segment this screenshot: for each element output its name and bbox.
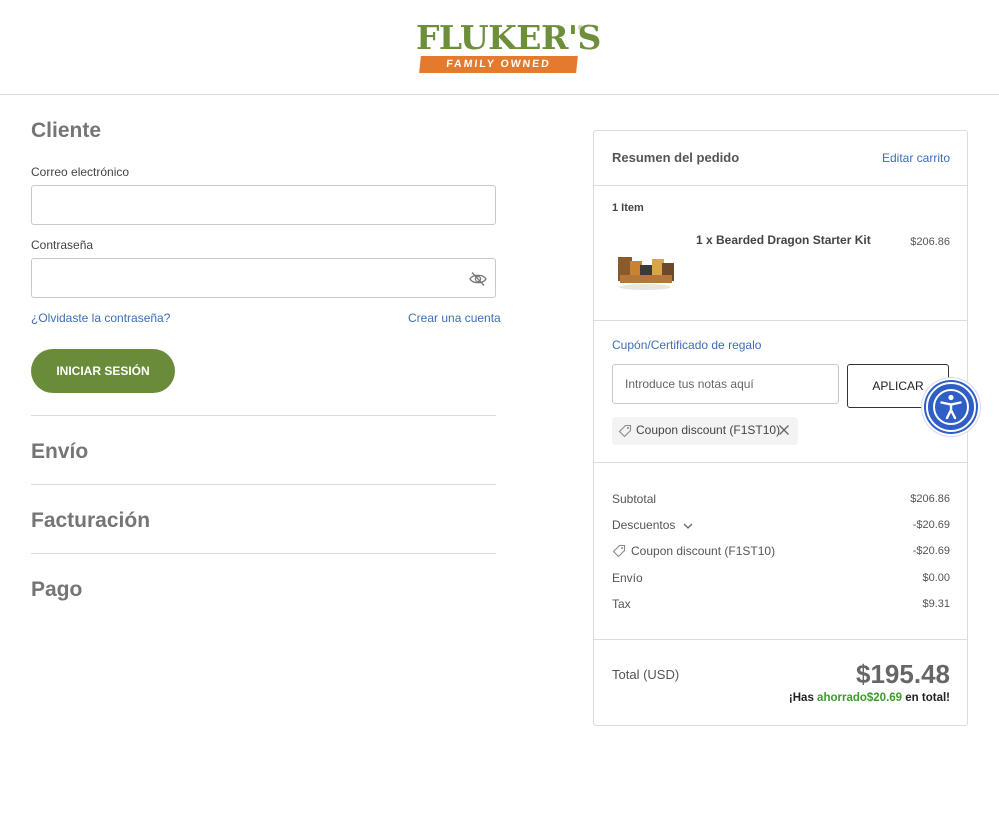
divider (594, 639, 967, 640)
tax-label: Tax (612, 597, 631, 611)
coupon-toggle-link[interactable]: Cupón/Certificado de regalo (612, 338, 761, 352)
product-image (612, 235, 678, 301)
tag-icon (618, 424, 632, 438)
login-button[interactable]: INICIAR SESIÓN (31, 349, 175, 393)
savings-suffix: en total! (902, 692, 950, 704)
savings-amount: $20.69 (866, 692, 903, 704)
password-field[interactable] (31, 258, 496, 298)
total-label: Total (USD) (612, 667, 680, 682)
item-name: 1 x Bearded Dragon Starter Kit (696, 233, 871, 247)
applied-coupon-chip: Coupon discount (F1ST10) (612, 417, 798, 445)
section-heading-customer: Cliente (31, 119, 102, 142)
savings-message: ¡Has ahorrado$20.69 en total! (789, 692, 950, 704)
divider (594, 462, 967, 463)
subtotal-value: $206.86 (910, 493, 950, 505)
item-count: 1 Item (612, 202, 644, 214)
savings-word: ahorrado (817, 692, 867, 704)
total-value: $195.48 (856, 659, 950, 689)
chevron-down-icon[interactable] (683, 522, 693, 530)
divider (31, 484, 496, 485)
section-heading-shipping: Envío (31, 440, 89, 463)
logo-wordmark: FLUKER'S (416, 18, 601, 57)
coupon-input[interactable]: Introduce tus notas aquí (612, 364, 839, 404)
email-label: Correo electrónico (31, 165, 130, 179)
email-field[interactable] (31, 185, 496, 225)
edit-cart-link[interactable]: Editar carrito (882, 151, 950, 165)
tag-icon (612, 544, 626, 558)
coupon-discount-value: -$20.69 (912, 545, 950, 557)
discounts-value: -$20.69 (912, 519, 950, 531)
subtotal-label: Subtotal (612, 492, 657, 506)
remove-coupon-icon[interactable] (778, 424, 790, 436)
shipping-value: $0.00 (922, 572, 950, 584)
logo-tagline: FAMILY OWNED (419, 56, 578, 73)
order-summary: Resumen del pedido Editar carrito 1 Item… (593, 130, 968, 726)
discounts-label[interactable]: Descuentos (612, 518, 675, 532)
coupon-discount-label: Coupon discount (F1ST10) (631, 544, 776, 558)
flukers-logo[interactable]: FLUKER'S ® FAMILY OWNED (416, 18, 601, 76)
forgot-password-link[interactable]: ¿Olvidaste la contraseña? (31, 311, 170, 325)
tax-value: $9.31 (922, 598, 950, 610)
item-price: $206.86 (910, 236, 950, 248)
shipping-label: Envío (612, 571, 643, 585)
accessibility-button[interactable] (922, 378, 980, 436)
order-summary-title: Resumen del pedido (612, 150, 740, 165)
create-account-link[interactable]: Crear una cuenta (408, 311, 501, 325)
section-heading-billing: Facturación (31, 509, 151, 532)
site-header: FLUKER'S ® FAMILY OWNED (0, 0, 999, 95)
accessibility-button-inner (926, 382, 976, 432)
divider (31, 553, 496, 554)
logo-registered-mark: ® (578, 26, 583, 32)
savings-prefix: ¡Has (788, 692, 818, 704)
accessibility-icon (933, 389, 969, 425)
section-heading-payment: Pago (31, 578, 83, 601)
divider (31, 415, 496, 416)
applied-coupon-text: Coupon discount (F1ST10) (636, 423, 781, 437)
divider (594, 185, 967, 186)
eye-off-icon[interactable] (469, 271, 487, 287)
divider (594, 320, 967, 321)
password-label: Contraseña (31, 238, 94, 252)
